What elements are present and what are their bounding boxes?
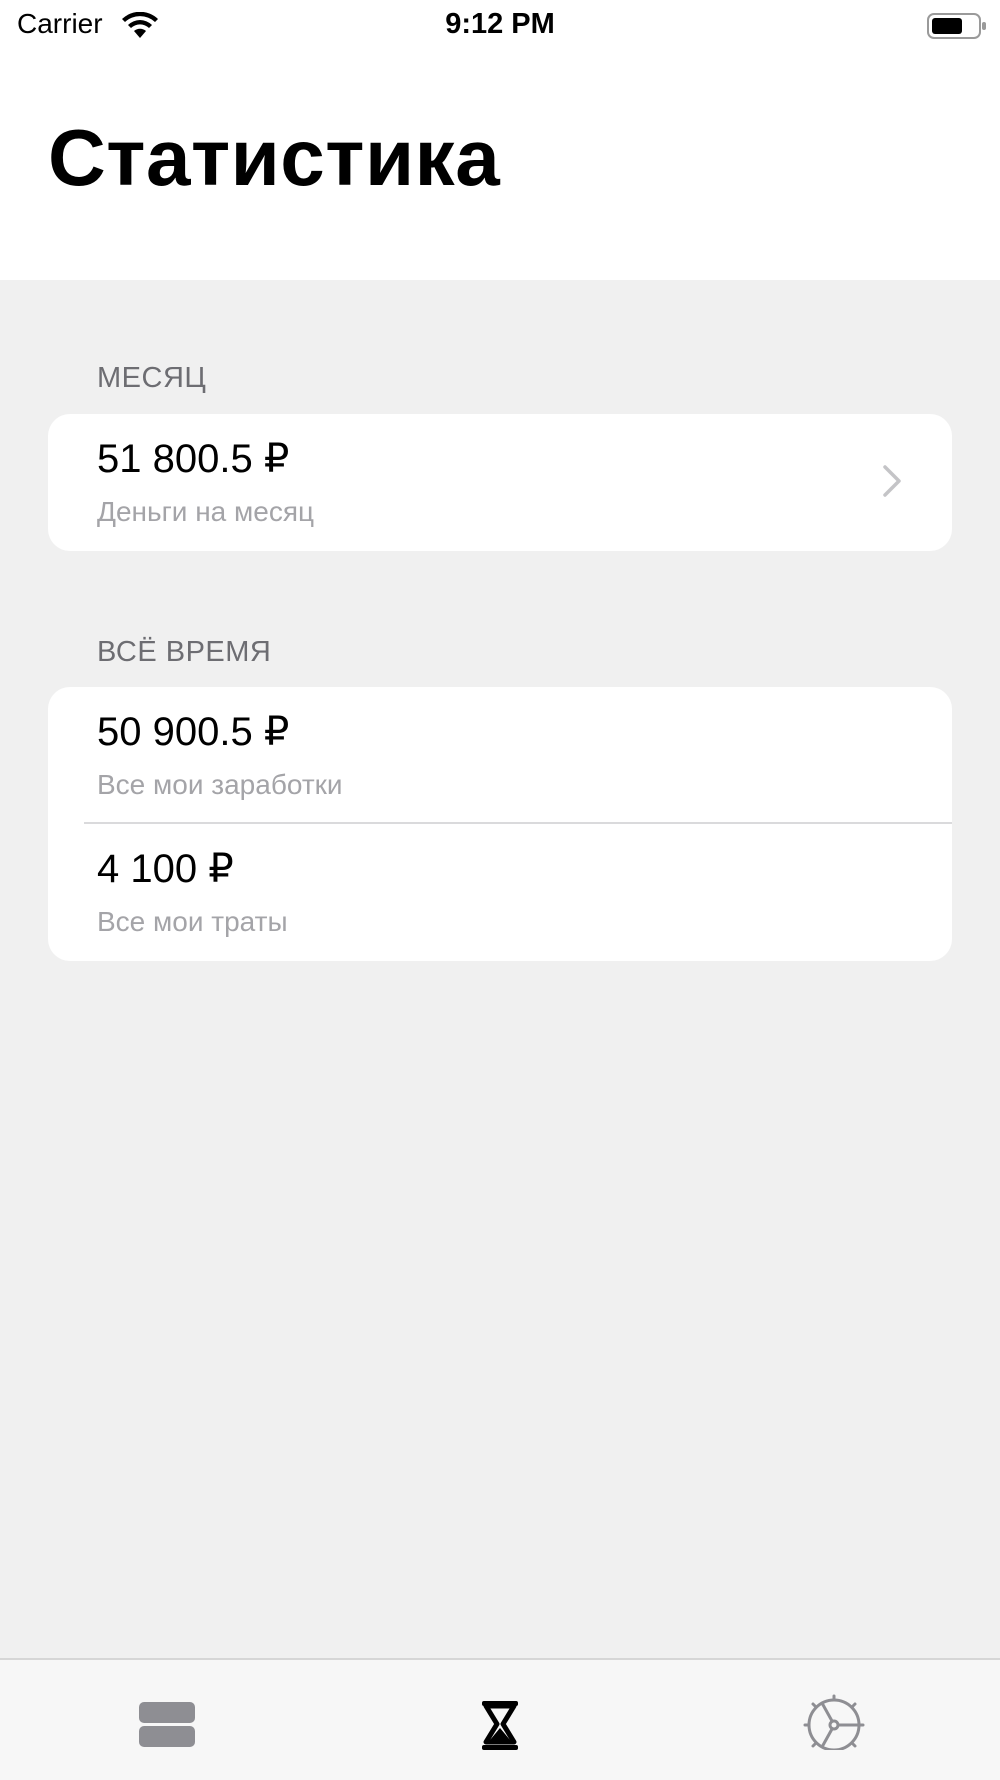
monthly-money-row[interactable]: 51 800.5 ₽ Деньги на месяц [48, 414, 952, 551]
all-time-card: 50 900.5 ₽ Все мои заработки 4 100 ₽ Все… [48, 687, 952, 961]
section-header-month: МЕСЯЦ [97, 362, 207, 394]
monthly-money-label: Деньги на месяц [97, 496, 315, 527]
chevron-right-icon [883, 465, 901, 497]
total-expenses-value: 4 100 ₽ [97, 847, 234, 891]
total-earnings-value: 50 900.5 ₽ [97, 710, 290, 754]
total-earnings-label: Все мои заработки [97, 769, 343, 800]
total-earnings-row: 50 900.5 ₽ Все мои заработки [48, 687, 952, 824]
clock: 9:12 PM [445, 8, 555, 40]
tab-bar [0, 1658, 1000, 1780]
status-bar: Carrier 9:12 PM [0, 0, 1000, 56]
stack-icon [139, 1702, 195, 1747]
hourglass-icon [482, 1701, 518, 1750]
total-expenses-label: Все мои траты [97, 906, 288, 937]
page-title: Статистика [48, 113, 501, 202]
month-card: 51 800.5 ₽ Деньги на месяц [48, 414, 952, 551]
monthly-money-value: 51 800.5 ₽ [97, 437, 290, 481]
total-expenses-row: 4 100 ₽ Все мои траты [48, 824, 952, 961]
tab-settings[interactable] [794, 1680, 874, 1756]
section-header-all-time: ВСЁ ВРЕМЯ [97, 636, 272, 668]
gear-icon [803, 1694, 865, 1756]
tab-statistics[interactable] [460, 1680, 540, 1750]
tab-list[interactable] [127, 1680, 207, 1750]
battery-icon [927, 13, 986, 39]
